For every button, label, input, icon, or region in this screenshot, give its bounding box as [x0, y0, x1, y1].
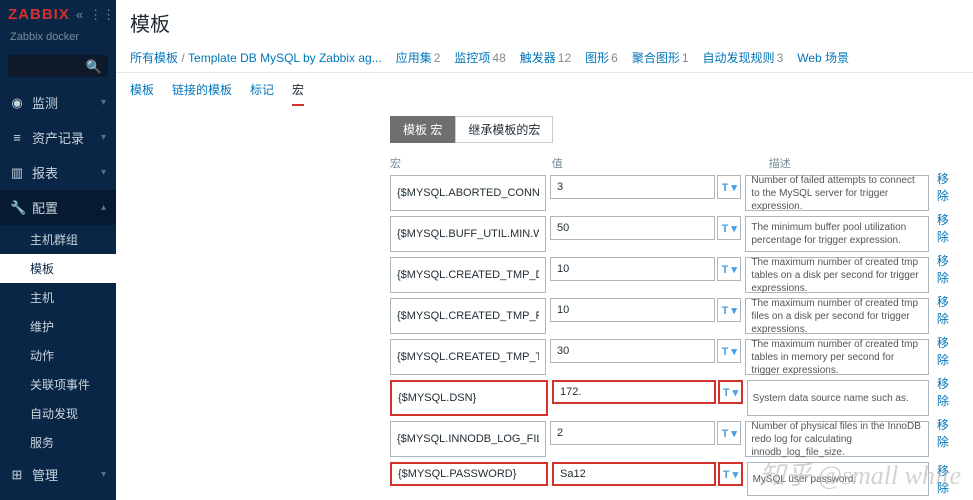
- nav-admin[interactable]: ⊞管理▾: [0, 457, 116, 492]
- macro-value-input[interactable]: [550, 339, 715, 363]
- macro-desc: The maximum number of created tmp tables…: [745, 257, 929, 293]
- logo: ZABBIX: [8, 6, 70, 23]
- wrench-icon: 🔧: [10, 200, 24, 216]
- macro-type-button[interactable]: T ▾: [717, 298, 741, 322]
- header-macro: 宏: [390, 155, 552, 171]
- menu-icon[interactable]: ⋮⋮: [89, 7, 115, 23]
- tab-screens[interactable]: 聚合图形: [632, 51, 680, 65]
- macro-type-button[interactable]: T ▾: [717, 216, 741, 240]
- remove-link[interactable]: 移除: [937, 216, 959, 240]
- header-desc: 描述: [769, 155, 959, 171]
- macro-name-input[interactable]: [390, 257, 546, 293]
- pill-inherited-macros[interactable]: 继承模板的宏: [455, 116, 553, 143]
- tab-linked[interactable]: 链接的模板: [172, 81, 232, 106]
- macro-name-input[interactable]: [390, 298, 546, 334]
- sidebar-item-services[interactable]: 服务: [0, 428, 116, 457]
- nav-reports[interactable]: ▥报表▾: [0, 155, 116, 190]
- sidebar-item-templates[interactable]: 模板: [0, 254, 116, 283]
- sidebar-item-actions[interactable]: 动作: [0, 341, 116, 370]
- form-tabs: 模板 链接的模板 标记 宏: [116, 73, 973, 106]
- chevron-down-icon: ▾: [101, 132, 106, 143]
- macro-row: T ▾Number of physical files in the InnoD…: [130, 421, 959, 457]
- macro-desc: The minimum buffer pool utilization perc…: [745, 216, 929, 252]
- macro-row: T ▾Number of failed attempts to connect …: [130, 175, 959, 211]
- remove-link[interactable]: 移除: [937, 380, 959, 404]
- chevron-down-icon: ▾: [101, 97, 106, 108]
- tab-triggers[interactable]: 触发器: [520, 51, 556, 65]
- macro-type-button[interactable]: T ▾: [718, 380, 742, 404]
- search-icon[interactable]: 🔍: [86, 59, 102, 75]
- tab-items[interactable]: 监控项: [454, 51, 490, 65]
- macro-value-input[interactable]: [550, 421, 715, 445]
- macro-desc: Number of failed attempts to connect to …: [745, 175, 929, 211]
- crumb-all-templates[interactable]: 所有模板: [130, 51, 178, 65]
- tab-discovery[interactable]: 自动发现规则: [703, 51, 775, 65]
- macro-value-input[interactable]: [550, 216, 715, 240]
- collapse-icon[interactable]: «: [76, 7, 83, 22]
- remove-link[interactable]: 移除: [937, 257, 959, 281]
- remove-link[interactable]: 移除: [937, 421, 959, 445]
- tab-macros[interactable]: 宏: [292, 81, 304, 106]
- sidebar-item-hosts[interactable]: 主机: [0, 283, 116, 312]
- page-title: 模板: [116, 0, 973, 45]
- remove-link[interactable]: 移除: [937, 175, 959, 199]
- remove-link[interactable]: 移除: [937, 462, 959, 496]
- macro-desc: Number of physical files in the InnoDB r…: [745, 421, 929, 457]
- macro-name-input[interactable]: [390, 175, 546, 211]
- header-value: 值: [552, 155, 742, 171]
- nav-inventory[interactable]: ≡资产记录▾: [0, 120, 116, 155]
- macro-desc: The maximum number of created tmp files …: [745, 298, 929, 334]
- tab-web[interactable]: Web 场景: [797, 51, 849, 65]
- macro-type-button[interactable]: T ▾: [717, 339, 741, 363]
- macro-name-input[interactable]: [390, 380, 548, 416]
- sidebar-item-correlation[interactable]: 关联项事件: [0, 370, 116, 399]
- remove-link[interactable]: 移除: [937, 339, 959, 363]
- tenant-name: Zabbix docker: [0, 29, 116, 51]
- macro-name-input[interactable]: [390, 421, 546, 457]
- macro-row: T ▾The maximum number of created tmp tab…: [130, 339, 959, 375]
- macro-value-input[interactable]: [552, 462, 716, 486]
- main-content: 模板 所有模板 / Template DB MySQL by Zabbix ag…: [116, 0, 973, 500]
- tab-graphs[interactable]: 图形: [585, 51, 609, 65]
- list-icon: ≡: [10, 130, 24, 145]
- macro-desc: The maximum number of created tmp tables…: [745, 339, 929, 375]
- macro-value-input[interactable]: [550, 298, 715, 322]
- macro-row: T ▾The maximum number of created tmp fil…: [130, 298, 959, 334]
- tab-template[interactable]: 模板: [130, 81, 154, 106]
- sidebar-item-hostgroups[interactable]: 主机群组: [0, 225, 116, 254]
- macro-value-input[interactable]: [550, 257, 715, 281]
- chart-icon: ▥: [10, 165, 24, 181]
- sidebar: ZABBIX « ⋮⋮ Zabbix docker 🔍 ◉监测▾ ≡资产记录▾ …: [0, 0, 116, 500]
- eye-icon: ◉: [10, 95, 24, 111]
- macro-row: T ▾MySQL user password.移除: [130, 462, 959, 496]
- tab-applications[interactable]: 应用集: [396, 51, 432, 65]
- macro-type-button[interactable]: T ▾: [718, 462, 742, 486]
- sidebar-item-maintenance[interactable]: 维护: [0, 312, 116, 341]
- chevron-down-icon: ▾: [101, 469, 106, 480]
- macro-row: T ▾The minimum buffer pool utilization p…: [130, 216, 959, 252]
- macro-type-button[interactable]: T ▾: [717, 175, 741, 199]
- macro-type-button[interactable]: T ▾: [717, 421, 741, 445]
- pill-template-macros[interactable]: 模板 宏: [390, 116, 455, 143]
- chevron-down-icon: ▾: [101, 167, 106, 178]
- macro-value-input[interactable]: [552, 380, 716, 404]
- crumb-template[interactable]: Template DB MySQL by Zabbix ag...: [188, 51, 382, 65]
- breadcrumb: 所有模板 / Template DB MySQL by Zabbix ag...…: [116, 45, 973, 73]
- macro-name-input[interactable]: [390, 339, 546, 375]
- chevron-up-icon: ▴: [101, 202, 106, 213]
- tab-tags[interactable]: 标记: [250, 81, 274, 106]
- macro-row: T ▾The maximum number of created tmp tab…: [130, 257, 959, 293]
- remove-link[interactable]: 移除: [937, 298, 959, 322]
- macro-desc: System data source name such as .: [747, 380, 929, 416]
- macro-name-input[interactable]: [390, 216, 546, 252]
- macro-type-button[interactable]: T ▾: [717, 257, 741, 281]
- macro-value-input[interactable]: [550, 175, 715, 199]
- nav-config[interactable]: 🔧配置▴: [0, 190, 116, 225]
- nav-monitor[interactable]: ◉监测▾: [0, 85, 116, 120]
- macro-desc: MySQL user password.: [747, 462, 929, 496]
- macro-row: T ▾System data source name such as . 移除: [130, 380, 959, 416]
- gear-icon: ⊞: [10, 467, 24, 483]
- macro-name-input[interactable]: [390, 462, 548, 486]
- sidebar-item-discovery[interactable]: 自动发现: [0, 399, 116, 428]
